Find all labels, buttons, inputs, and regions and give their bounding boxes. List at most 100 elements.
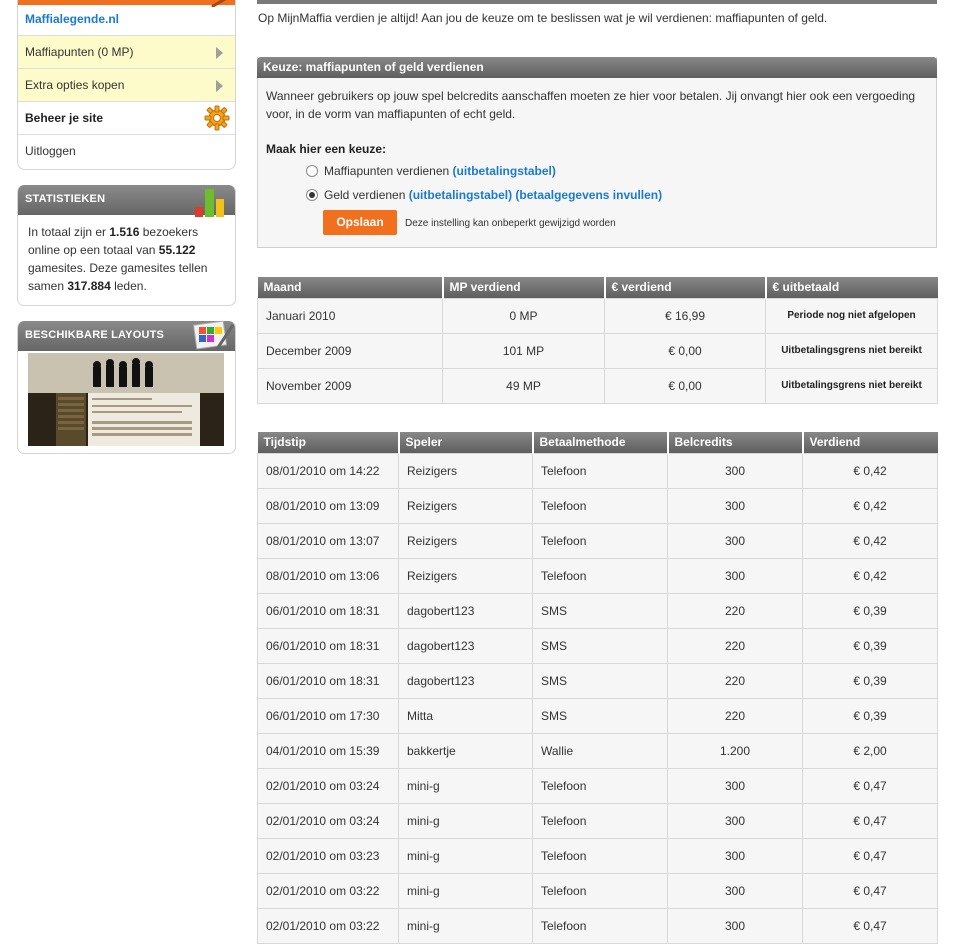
table-cell: 300 [667, 557, 803, 594]
table-cell: Telefoon [532, 767, 668, 804]
table-cell: 02/01/2010 om 03:24 [257, 767, 399, 804]
table-row: 08/01/2010 om 14:22 Reizigers Telefoon 300 €… [257, 452, 938, 489]
table-row: 02/01/2010 om 03:23 mini-g Telefoon 300 € 0,… [257, 837, 938, 874]
table-row: 08/01/2010 om 13:07 Reizigers Telefoon 300 €… [257, 522, 938, 559]
choice-panel-header: Keuze: maffiapunten of geld verdienen [257, 57, 937, 78]
table-cell: 300 [667, 907, 803, 944]
table-row: 02/01/2010 om 03:24 mini-g Telefoon 300 € 0,… [257, 802, 938, 839]
site-name-link[interactable]: Maffialegende.nl [18, 0, 235, 36]
table-cell: 49 MP [442, 367, 605, 404]
column-header: Maand [257, 277, 443, 298]
table-cell: SMS [532, 662, 668, 699]
payout-table-link[interactable]: (uitbetalingstabel) [453, 164, 556, 178]
bar-chart-icon [195, 189, 224, 217]
payout-table-link[interactable]: (uitbetalingstabel) [409, 188, 512, 202]
table-cell: 300 [667, 522, 803, 559]
table-cell: Telefoon [532, 837, 668, 874]
column-header: Betaalmethode [531, 432, 668, 453]
table-cell: mini-g [398, 837, 533, 874]
table-cell: dagobert123 [398, 662, 533, 699]
option-label: Geld verdienen [324, 188, 406, 202]
option-label: Maffiapunten verdienen [324, 164, 450, 178]
column-header: Tijdstip [257, 432, 399, 453]
table-cell: mini-g [398, 802, 533, 839]
table-row: December 2009 101 MP € 0,00 Uitbetalingsgre… [257, 332, 938, 369]
radio-maffiapunten[interactable] [306, 165, 318, 177]
site-count: 55.122 [158, 243, 196, 257]
table-cell: mini-g [398, 907, 533, 944]
sidebar-item-uitloggen[interactable]: Uitloggen [18, 135, 235, 167]
sidebar-item-label: Uitloggen [25, 144, 76, 158]
table-cell: November 2009 [257, 367, 443, 404]
table-cell: € 0,00 [604, 367, 766, 404]
member-count: 317.884 [67, 279, 111, 293]
table-cell: Telefoon [532, 487, 668, 524]
stats-panel: STATISTIEKEN In totaal zijn er 1.516 bez… [17, 185, 236, 306]
table-cell: € 0,42 [802, 557, 938, 594]
table-cell: 02/01/2010 om 03:22 [257, 872, 399, 909]
sidebar-item-extra-opties[interactable]: Extra opties kopen [18, 69, 235, 102]
table-cell: € 0,42 [802, 522, 938, 559]
table-cell: 08/01/2010 om 13:07 [257, 522, 399, 559]
table-row: Januari 2010 0 MP € 16,99 Periode nog niet … [257, 297, 938, 334]
radio-geld[interactable] [306, 189, 318, 201]
table-cell: € 0,47 [802, 907, 938, 944]
table-cell: Reizigers [398, 522, 533, 559]
choice-description: Wanneer gebruikers op jouw spel belcredi… [266, 89, 916, 121]
table-cell: Telefoon [532, 557, 668, 594]
gear-icon [204, 105, 230, 131]
table-row: 02/01/2010 om 03:22 mini-g Telefoon 300 € 0,… [257, 907, 938, 944]
table-cell: 300 [667, 802, 803, 839]
table-cell: € 0,42 [802, 452, 938, 489]
palette-icon [193, 321, 235, 350]
table-cell: € 0,42 [802, 487, 938, 524]
table-cell: € 0,39 [802, 627, 938, 664]
save-button[interactable]: Opslaan [323, 210, 397, 235]
table-cell: Wallie [532, 732, 668, 769]
table-row: 08/01/2010 om 13:06 Reizigers Telefoon 300 €… [257, 557, 938, 594]
stats-panel-header: STATISTIEKEN [18, 185, 235, 217]
choice-panel: Keuze: maffiapunten of geld verdienen Wa… [257, 57, 937, 248]
table-cell: Reizigers [398, 557, 533, 594]
table-cell: Periode nog niet afgelopen [765, 297, 938, 334]
table-cell: 08/01/2010 om 14:22 [257, 452, 399, 489]
layouts-panel-header: BESCHIKBARE LAYOUTS [18, 321, 235, 351]
sidebar-item-maffiapunten[interactable]: Maffiapunten (0 MP) [18, 36, 235, 69]
table-cell: € 0,47 [802, 767, 938, 804]
table-cell: 06/01/2010 om 18:31 [257, 627, 399, 664]
sidebar-item-label: Maffiapunten (0 MP) [25, 45, 134, 59]
payment-details-link[interactable]: (betaalgegevens invullen) [515, 188, 662, 202]
table-cell: SMS [532, 697, 668, 734]
table-cell: mini-g [398, 872, 533, 909]
table-cell: Januari 2010 [257, 297, 443, 334]
table-cell: € 16,99 [604, 297, 766, 334]
stats-text: In totaal zijn er 1.516 bezoekers online… [28, 225, 208, 293]
site-name[interactable]: Maffialegende.nl [25, 12, 119, 26]
table-cell: dagobert123 [398, 627, 533, 664]
table-cell: December 2009 [257, 332, 443, 369]
column-header: Belcredits [666, 432, 803, 453]
sidebar-item-beheer[interactable]: Beheer je site [18, 102, 235, 135]
table-cell: mini-g [398, 767, 533, 804]
column-header: € uitbetaald [764, 277, 938, 298]
table-cell: 06/01/2010 om 17:30 [257, 697, 399, 734]
table-row: 06/01/2010 om 18:31 dagobert123 SMS 220 € 0,… [257, 662, 938, 699]
table-cell: Telefoon [532, 802, 668, 839]
column-header: € verdiend [603, 277, 766, 298]
option-maffiapunten[interactable]: Maffiapunten verdienen (uitbetalingstabe… [306, 164, 556, 178]
table-cell: 02/01/2010 om 03:23 [257, 837, 399, 874]
table-cell: 06/01/2010 om 18:31 [257, 662, 399, 699]
column-header: Speler [397, 432, 533, 453]
table-cell: dagobert123 [398, 592, 533, 629]
table-row: 08/01/2010 om 13:09 Reizigers Telefoon 300 €… [257, 487, 938, 524]
table-cell: 101 MP [442, 332, 605, 369]
choice-prompt: Maak hier een keuze: [266, 142, 387, 156]
table-cell: bakkertje [398, 732, 533, 769]
table-cell: Mitta [398, 697, 533, 734]
table-cell: 300 [667, 872, 803, 909]
sidebar-item-label: Beheer je site [25, 111, 104, 125]
table-cell: € 0,00 [604, 332, 766, 369]
table-cell: 08/01/2010 om 13:09 [257, 487, 399, 524]
layout-preview-image[interactable] [28, 353, 224, 446]
option-geld[interactable]: Geld verdienen (uitbetalingstabel) (beta… [306, 188, 662, 202]
